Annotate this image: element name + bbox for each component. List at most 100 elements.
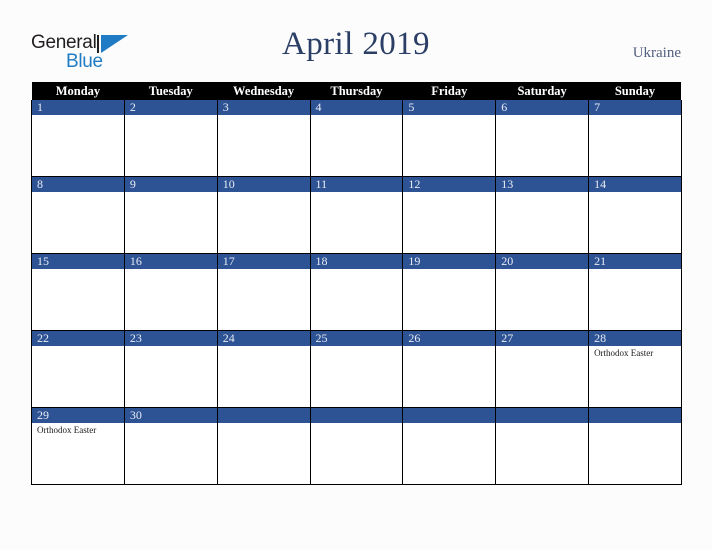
- calendar-day-cell[interactable]: 10: [216, 176, 311, 254]
- day-events: Orthodox Easter: [589, 346, 681, 359]
- calendar-day-cell[interactable]: 1: [31, 100, 125, 177]
- day-number: 30: [124, 408, 217, 423]
- day-events: [125, 192, 217, 194]
- calendar-day-cell[interactable]: 29 Orthodox Easter: [31, 407, 125, 485]
- day-events: [403, 269, 495, 271]
- calendar-empty-cell: [588, 407, 682, 485]
- day-number: 5: [403, 100, 496, 115]
- day-number: 4: [310, 100, 403, 115]
- day-number: 21: [589, 254, 681, 269]
- day-events: [496, 192, 588, 194]
- weekday-header-wednesday: Wednesday: [217, 82, 311, 100]
- day-number: 11: [310, 177, 403, 192]
- calendar-day-cell[interactable]: 8: [31, 176, 125, 254]
- weekday-header-row: Monday Tuesday Wednesday Thursday Friday Satu…: [31, 82, 682, 100]
- calendar-day-cell[interactable]: 5: [402, 100, 497, 177]
- day-number: 7: [589, 100, 681, 115]
- calendar-empty-cell: [495, 407, 590, 485]
- day-events: [403, 346, 495, 348]
- day-number: 12: [403, 177, 496, 192]
- calendar-day-cell[interactable]: 28 Orthodox Easter: [588, 330, 682, 408]
- calendar-week-row: 29 Orthodox Easter 30: [31, 407, 682, 485]
- day-events: [496, 423, 588, 425]
- calendar-day-cell[interactable]: 7: [588, 100, 682, 177]
- calendar-day-cell[interactable]: 18: [309, 253, 404, 331]
- calendar-week-row: 15 16 17 18 19 20 21: [31, 253, 682, 331]
- day-events: [32, 346, 124, 348]
- day-events: [589, 423, 681, 425]
- country-label: Ukraine: [632, 45, 681, 61]
- calendar-day-cell[interactable]: 3: [216, 100, 311, 177]
- day-events: Orthodox Easter: [32, 423, 124, 436]
- calendar-day-cell[interactable]: 13: [495, 176, 590, 254]
- calendar-day-cell[interactable]: 26: [402, 330, 497, 408]
- day-events: [125, 346, 217, 348]
- calendar-day-cell[interactable]: 20: [495, 253, 590, 331]
- calendar-day-cell[interactable]: 24: [216, 330, 311, 408]
- calendar-day-cell[interactable]: 30: [123, 407, 218, 485]
- day-number: 8: [32, 177, 124, 192]
- day-events: [403, 115, 495, 117]
- day-events: [311, 423, 403, 425]
- calendar-empty-cell: [216, 407, 311, 485]
- day-number: 15: [32, 254, 124, 269]
- calendar-day-cell[interactable]: 4: [309, 100, 404, 177]
- weekday-header-friday: Friday: [402, 82, 496, 100]
- day-events: [496, 346, 588, 348]
- day-events: [589, 115, 681, 117]
- page-header: General Blue April 2019 Ukraine: [0, 0, 712, 80]
- weekday-header-tuesday: Tuesday: [124, 82, 218, 100]
- day-number: 9: [124, 177, 217, 192]
- day-events: [311, 269, 403, 271]
- calendar-day-cell[interactable]: 11: [309, 176, 404, 254]
- day-number: 22: [32, 331, 124, 346]
- day-number: 27: [496, 331, 589, 346]
- calendar-day-cell[interactable]: 19: [402, 253, 497, 331]
- day-number: 3: [217, 100, 310, 115]
- day-number: 10: [217, 177, 310, 192]
- day-events: [589, 269, 681, 271]
- page-title: April 2019: [282, 26, 430, 62]
- day-number: 28: [589, 331, 681, 346]
- calendar-day-cell[interactable]: 27: [495, 330, 590, 408]
- day-number: 23: [124, 331, 217, 346]
- day-number: 25: [310, 331, 403, 346]
- day-number: 18: [310, 254, 403, 269]
- calendar-day-cell[interactable]: 22: [31, 330, 125, 408]
- holiday-label: Orthodox Easter: [594, 348, 654, 358]
- day-events: [32, 115, 124, 117]
- weekday-header-monday: Monday: [31, 82, 125, 100]
- weekday-header-sunday: Sunday: [588, 82, 682, 100]
- weekday-header-saturday: Saturday: [495, 82, 589, 100]
- calendar-week-row: 1234567: [31, 100, 682, 177]
- calendar-day-cell[interactable]: 15: [31, 253, 125, 331]
- day-number: 19: [403, 254, 496, 269]
- calendar-day-cell[interactable]: 2: [123, 100, 218, 177]
- day-events: [32, 269, 124, 271]
- calendar-day-cell[interactable]: 14: [588, 176, 682, 254]
- day-number: 14: [589, 177, 681, 192]
- calendar-day-cell[interactable]: 6: [495, 100, 590, 177]
- calendar-container: Monday Tuesday Wednesday Thursday Friday Satu…: [31, 82, 682, 485]
- day-number: 26: [403, 331, 496, 346]
- calendar-day-cell[interactable]: 9: [123, 176, 218, 254]
- calendar-day-cell[interactable]: 17: [216, 253, 311, 331]
- day-events: [218, 192, 310, 194]
- day-events: [218, 423, 310, 425]
- calendar-day-cell[interactable]: 12: [402, 176, 497, 254]
- day-events: [125, 269, 217, 271]
- calendar-day-cell[interactable]: 16: [123, 253, 218, 331]
- day-events: [496, 269, 588, 271]
- day-number: 6: [496, 100, 589, 115]
- calendar-week-row: 22 23 24 25 26 27 28 Orthodox Easter: [31, 330, 682, 408]
- day-events: [589, 192, 681, 194]
- day-events: [125, 423, 217, 425]
- weekday-header-thursday: Thursday: [310, 82, 403, 100]
- calendar-day-cell[interactable]: 21: [588, 253, 682, 331]
- day-events: [311, 346, 403, 348]
- calendar-day-cell[interactable]: 23: [123, 330, 218, 408]
- day-number: 13: [496, 177, 589, 192]
- day-number: 29: [32, 408, 124, 423]
- calendar-day-cell[interactable]: 25: [309, 330, 404, 408]
- calendar-week-row: 8 9 10 11 12 13 14: [31, 176, 682, 254]
